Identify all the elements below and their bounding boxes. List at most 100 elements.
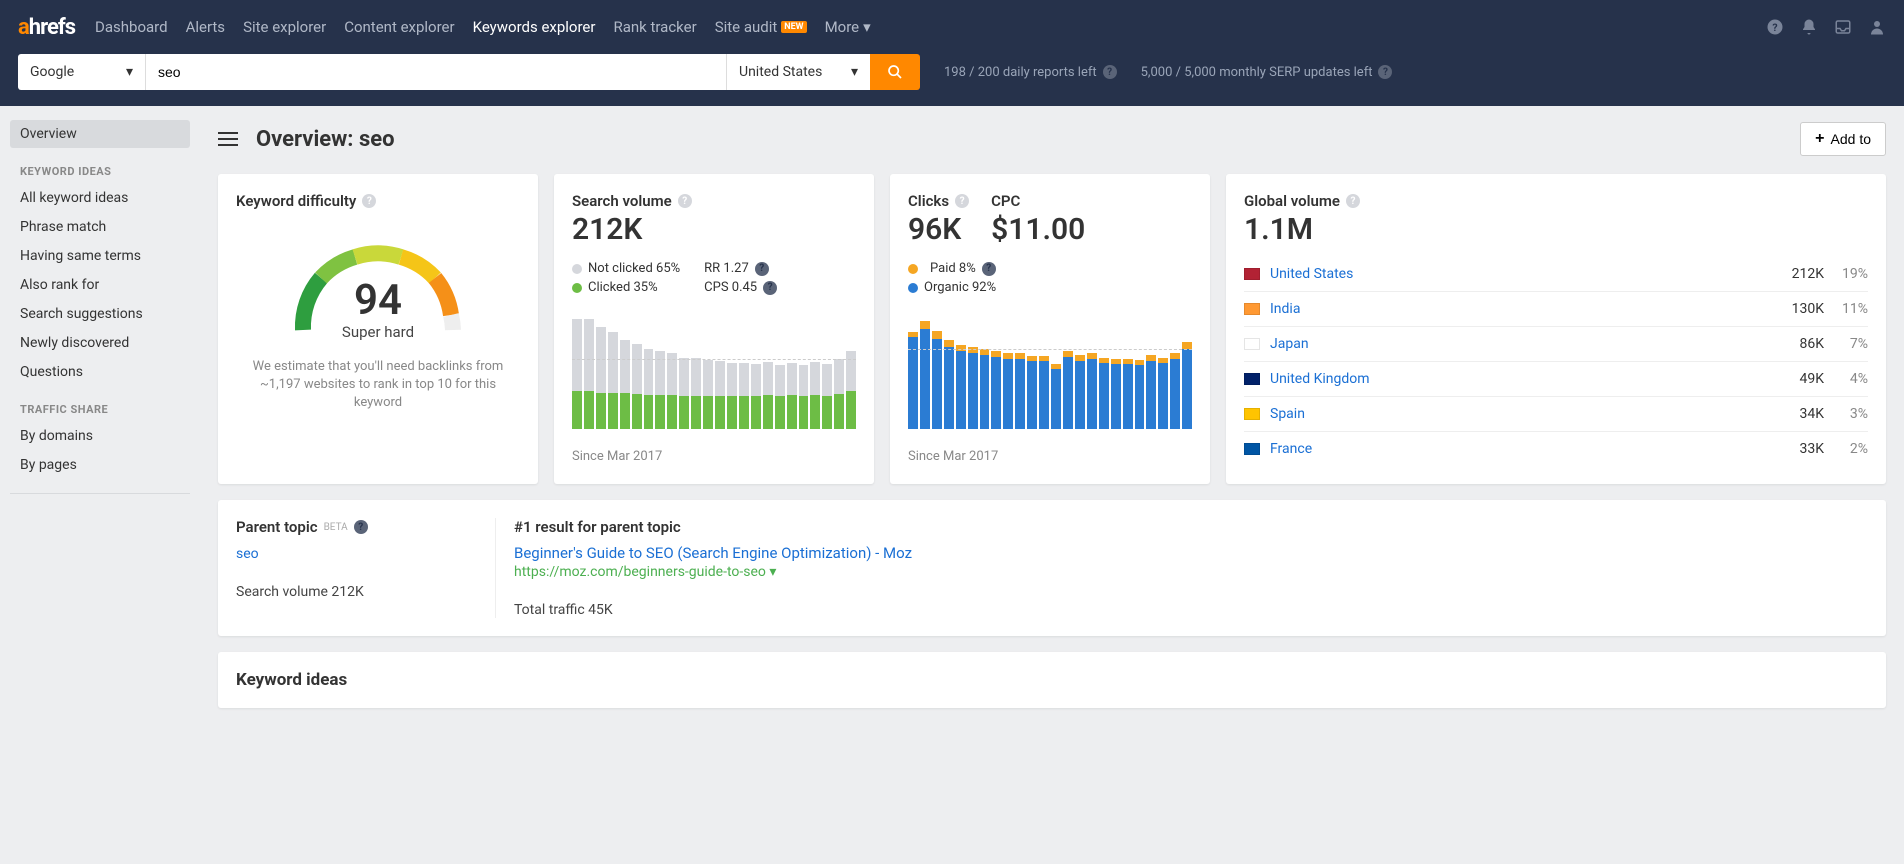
help-icon[interactable]: ?	[982, 262, 996, 276]
dot-organic	[908, 283, 918, 293]
gv-volume: 33K	[1774, 441, 1824, 457]
kd-score: 94	[283, 276, 473, 325]
sidebar-by-pages[interactable]: By pages	[10, 451, 190, 479]
gv-country[interactable]: India	[1270, 301, 1764, 317]
help-icon[interactable]: ?	[955, 194, 969, 208]
help-icon[interactable]: ?	[362, 194, 376, 208]
gv-percent: 7%	[1834, 336, 1868, 352]
flag-icon	[1244, 338, 1260, 350]
sidebar-questions[interactable]: Questions	[10, 358, 190, 386]
sidebar: Overview KEYWORD IDEAS All keyword ideas…	[0, 106, 200, 740]
panel-keyword-ideas: Keyword ideas	[218, 652, 1886, 708]
gv-row[interactable]: Japan86K7%	[1244, 326, 1868, 361]
parent-topic-link[interactable]: seo	[236, 546, 477, 562]
top-nav: ahrefs Dashboard Alerts Site explorer Co…	[0, 0, 1904, 54]
clicks-value: 96K	[908, 212, 969, 247]
card-clicks: Clicks? 96K CPC $11.00 Paid 8%? Organic …	[890, 174, 1210, 484]
nav-dashboard[interactable]: Dashboard	[95, 18, 168, 36]
logo[interactable]: ahrefs	[18, 15, 75, 40]
gv-country[interactable]: Japan	[1270, 336, 1764, 352]
help-icon[interactable]: ?	[1378, 65, 1392, 79]
nav-rank-tracker[interactable]: Rank tracker	[613, 18, 696, 36]
nav-keywords-explorer[interactable]: Keywords explorer	[473, 18, 596, 36]
search-icon	[887, 64, 903, 80]
top-icons: ?	[1766, 18, 1886, 36]
chevron-down-icon: ▾	[126, 64, 133, 80]
kd-note: We estimate that you'll need backlinks f…	[236, 358, 520, 413]
plus-icon: +	[1815, 130, 1824, 148]
sidebar-overview[interactable]: Overview	[10, 120, 190, 148]
country-select[interactable]: United States▾	[726, 54, 870, 90]
new-badge: NEW	[781, 21, 806, 33]
card-search-volume: Search volume? 212K Not clicked 65% Clic…	[554, 174, 874, 484]
help-icon[interactable]: ?	[763, 281, 777, 295]
svg-text:?: ?	[1772, 21, 1777, 34]
nav-alerts[interactable]: Alerts	[186, 18, 226, 36]
add-to-button[interactable]: +Add to	[1800, 122, 1886, 156]
gv-row[interactable]: United States 212K 19%	[1244, 257, 1868, 291]
sidebar-phrase-match[interactable]: Phrase match	[10, 213, 190, 241]
menu-icon[interactable]	[218, 131, 238, 147]
nav-more[interactable]: More ▾	[825, 18, 871, 36]
card-keyword-difficulty: Keyword difficulty? 94 Super hard	[218, 174, 538, 484]
search-button[interactable]	[870, 54, 920, 90]
help-icon[interactable]: ?	[678, 194, 692, 208]
keyword-ideas-title: Keyword ideas	[236, 670, 1868, 690]
gv-value: 1.1M	[1244, 212, 1868, 247]
search-engine-select[interactable]: Google▾	[18, 54, 146, 90]
bell-icon[interactable]	[1800, 18, 1818, 36]
user-icon[interactable]	[1868, 18, 1886, 36]
sidebar-newly-discovered[interactable]: Newly discovered	[10, 329, 190, 357]
dot-paid	[908, 264, 918, 274]
inbox-icon[interactable]	[1834, 18, 1852, 36]
flag-icon	[1244, 268, 1260, 280]
nav-content-explorer[interactable]: Content explorer	[344, 18, 454, 36]
gv-volume: 212K	[1774, 266, 1824, 282]
content: Overview: seo +Add to Keyword difficulty…	[200, 106, 1904, 740]
gv-percent: 11%	[1834, 301, 1868, 317]
sidebar-all-keyword-ideas[interactable]: All keyword ideas	[10, 184, 190, 212]
help-icon[interactable]: ?	[1103, 65, 1117, 79]
gv-row[interactable]: France33K2%	[1244, 431, 1868, 466]
nav-site-audit[interactable]: Site audit NEW	[715, 18, 807, 36]
flag-icon	[1244, 373, 1260, 385]
divider	[10, 493, 190, 494]
dot-not-clicked	[572, 264, 582, 274]
sv-since: Since Mar 2017	[572, 449, 856, 464]
gv-percent: 19%	[1834, 266, 1868, 282]
gv-percent: 4%	[1834, 371, 1868, 387]
gv-country[interactable]: United Kingdom	[1270, 371, 1764, 387]
sidebar-search-suggestions[interactable]: Search suggestions	[10, 300, 190, 328]
nav-links: Dashboard Alerts Site explorer Content e…	[95, 18, 1766, 36]
result-header: #1 result for parent topic	[514, 518, 1868, 536]
result-title-link[interactable]: Beginner's Guide to SEO (Search Engine O…	[514, 544, 1868, 562]
total-traffic: Total traffic 45K	[514, 602, 1868, 618]
sidebar-by-domains[interactable]: By domains	[10, 422, 190, 450]
parent-sv: Search volume 212K	[236, 584, 477, 600]
gv-row[interactable]: India130K11%	[1244, 291, 1868, 326]
gv-country[interactable]: France	[1270, 441, 1764, 457]
flag-icon	[1244, 443, 1260, 455]
cpc-value: $11.00	[991, 212, 1085, 247]
gv-row[interactable]: Spain34K3%	[1244, 396, 1868, 431]
help-icon[interactable]: ?	[755, 262, 769, 276]
help-icon[interactable]: ?	[354, 520, 368, 534]
gv-country[interactable]: Spain	[1270, 406, 1764, 422]
flag-icon	[1244, 408, 1260, 420]
gv-row[interactable]: United Kingdom49K4%	[1244, 361, 1868, 396]
keyword-input[interactable]	[146, 54, 726, 90]
result-url[interactable]: https://moz.com/beginners-guide-to-seo ▾	[514, 564, 1868, 580]
kd-rating: Super hard	[283, 323, 473, 341]
dot-clicked	[572, 283, 582, 293]
gv-country[interactable]: United States	[1270, 266, 1764, 282]
gv-percent: 3%	[1834, 406, 1868, 422]
nav-site-explorer[interactable]: Site explorer	[243, 18, 326, 36]
flag-icon	[1244, 303, 1260, 315]
help-icon[interactable]: ?	[1766, 18, 1784, 36]
sidebar-also-rank-for[interactable]: Also rank for	[10, 271, 190, 299]
sidebar-having-same-terms[interactable]: Having same terms	[10, 242, 190, 270]
difficulty-gauge: 94 Super hard	[283, 230, 473, 340]
sv-value: 212K	[572, 212, 856, 247]
help-icon[interactable]: ?	[1346, 194, 1360, 208]
chevron-down-icon: ▾	[851, 64, 858, 80]
